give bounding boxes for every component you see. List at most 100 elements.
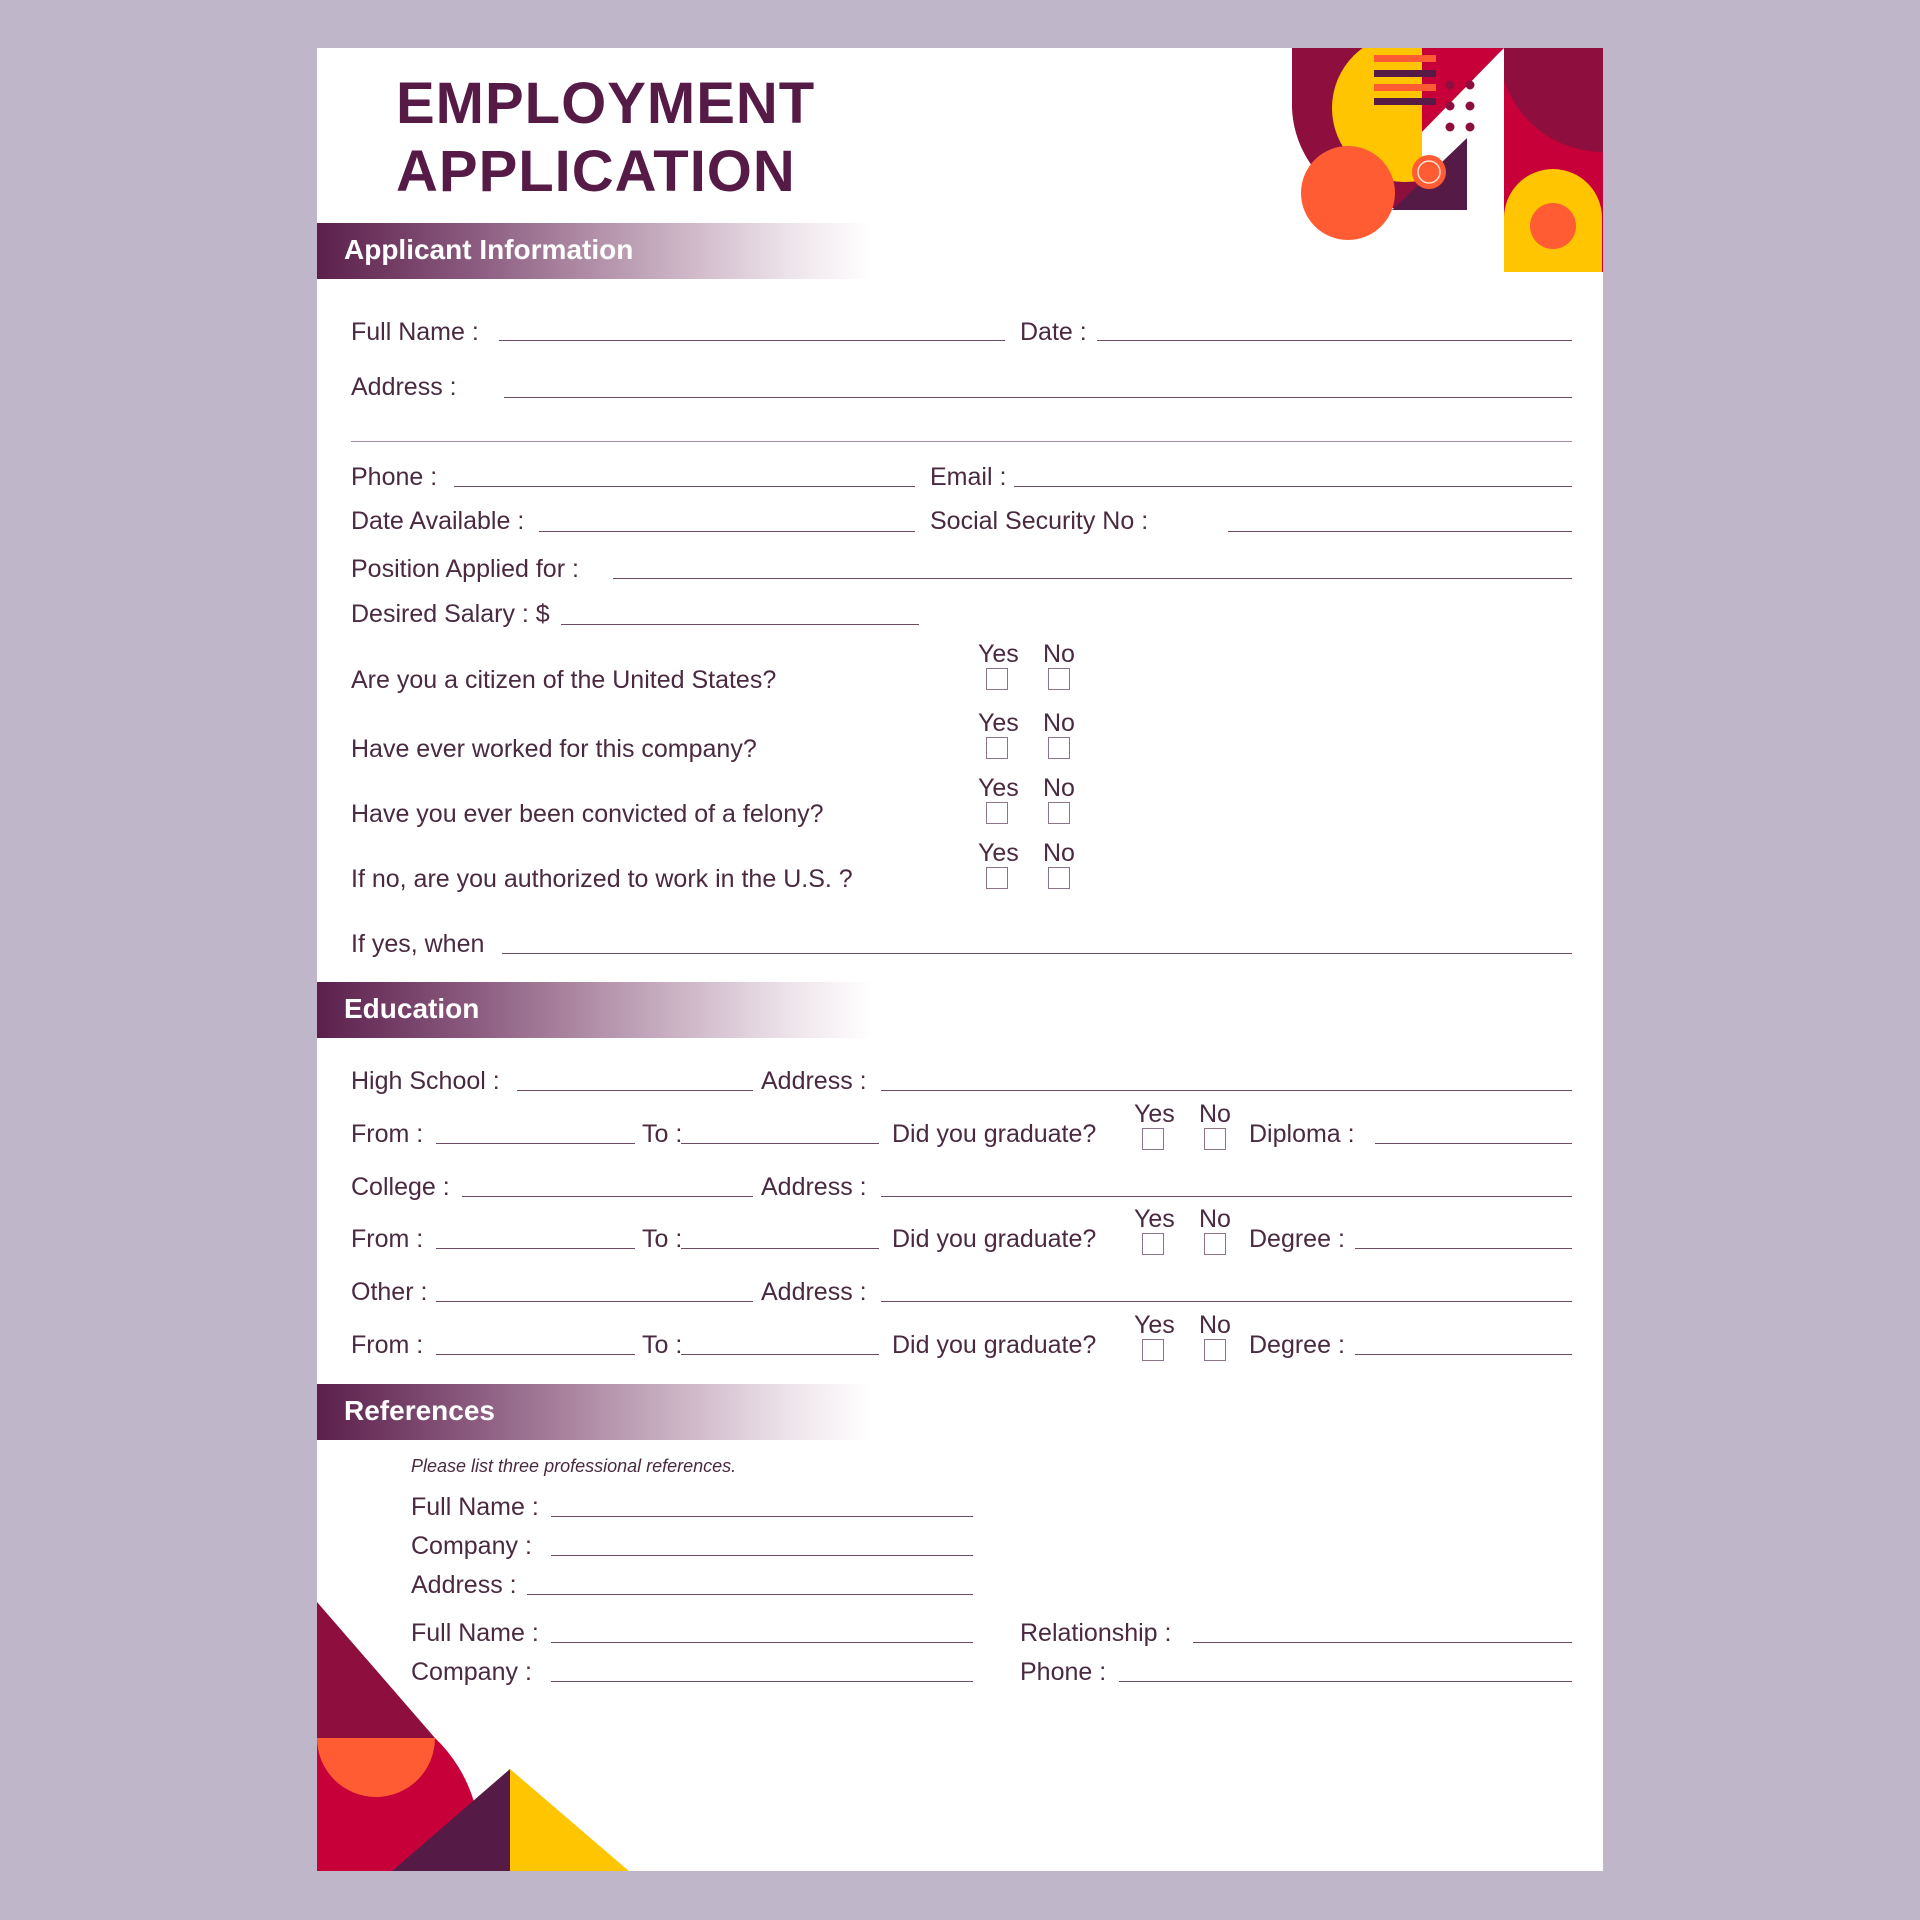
yes-label: Yes [1134, 1205, 1175, 1233]
college-field[interactable] [462, 1196, 753, 1197]
yes-label: Yes [978, 640, 1019, 668]
degree-label: Degree : [1249, 1225, 1345, 1253]
date-label: Date : [1020, 318, 1087, 346]
from-label: From : [351, 1120, 424, 1148]
ref2-relationship-label: Relationship : [1020, 1619, 1172, 1647]
diploma-label: Diploma : [1249, 1120, 1355, 1148]
worked-before-yes-checkbox[interactable] [986, 737, 1008, 759]
no-label: No [1043, 774, 1075, 802]
address-field-line-2[interactable] [351, 441, 1572, 442]
high-school-address-label: Address : [761, 1067, 867, 1095]
email-field[interactable] [1014, 486, 1572, 487]
other-address-label: Address : [761, 1278, 867, 1306]
college-to-field[interactable] [681, 1248, 879, 1249]
question-felony: Have you ever been convicted of a felony… [351, 800, 824, 828]
ssn-label: Social Security No : [930, 507, 1149, 535]
yes-label: Yes [978, 774, 1019, 802]
college-degree-field[interactable] [1355, 1248, 1572, 1249]
high-school-to-field[interactable] [681, 1143, 879, 1144]
section-heading: References [344, 1395, 495, 1426]
title-line-1: EMPLOYMENT [396, 71, 816, 136]
date-field[interactable] [1097, 340, 1572, 341]
other-graduate-yes-checkbox[interactable] [1142, 1339, 1164, 1361]
to-label: To : [642, 1225, 683, 1253]
diploma-field[interactable] [1375, 1143, 1572, 1144]
yes-label: Yes [978, 709, 1019, 737]
ref1-full-name-field[interactable] [551, 1516, 973, 1517]
ref2-relationship-field[interactable] [1193, 1642, 1572, 1643]
other-address-field[interactable] [881, 1301, 1572, 1302]
salary-label: Desired Salary : $ [351, 600, 550, 628]
yes-label: Yes [978, 839, 1019, 867]
other-degree-field[interactable] [1355, 1354, 1572, 1355]
salary-field[interactable] [561, 624, 919, 625]
college-graduate-no-checkbox[interactable] [1204, 1233, 1226, 1255]
other-to-field[interactable] [681, 1354, 879, 1355]
high-school-label: High School : [351, 1067, 500, 1095]
full-name-label: Full Name : [351, 318, 479, 346]
ref1-address-label: Address : [411, 1571, 517, 1599]
high-school-graduate-yes-checkbox[interactable] [1142, 1128, 1164, 1150]
section-header-applicant: Applicant Information [317, 223, 872, 279]
other-field[interactable] [436, 1301, 753, 1302]
degree-label: Degree : [1249, 1331, 1345, 1359]
ref2-company-field[interactable] [551, 1681, 973, 1682]
question-citizen: Are you a citizen of the United States? [351, 666, 777, 694]
to-label: To : [642, 1120, 683, 1148]
ref1-company-label: Company : [411, 1532, 532, 1560]
section-header-references: References [317, 1384, 872, 1440]
references-instruction: Please list three professional reference… [411, 1456, 737, 1476]
ref2-phone-field[interactable] [1119, 1681, 1572, 1682]
date-available-label: Date Available : [351, 507, 525, 535]
decorative-geometric-art-top [1292, 48, 1603, 272]
other-graduate-no-checkbox[interactable] [1204, 1339, 1226, 1361]
high-school-address-field[interactable] [881, 1090, 1572, 1091]
authorized-no-checkbox[interactable] [1048, 867, 1070, 889]
other-from-field[interactable] [436, 1354, 635, 1355]
yes-label: Yes [1134, 1100, 1175, 1128]
position-field[interactable] [613, 578, 1572, 579]
no-label: No [1043, 709, 1075, 737]
to-label: To : [642, 1331, 683, 1359]
ssn-field[interactable] [1228, 531, 1572, 532]
graduate-question: Did you graduate? [892, 1331, 1097, 1359]
from-label: From : [351, 1225, 424, 1253]
position-label: Position Applied for : [351, 555, 579, 583]
no-label: No [1199, 1100, 1231, 1128]
question-worked-before: Have ever worked for this company? [351, 735, 757, 763]
phone-field[interactable] [454, 486, 915, 487]
application-page: EMPLOYMENT APPLICATION Applicant Informa… [317, 48, 1603, 1871]
authorized-yes-checkbox[interactable] [986, 867, 1008, 889]
college-graduate-yes-checkbox[interactable] [1142, 1233, 1164, 1255]
graduate-question: Did you graduate? [892, 1225, 1097, 1253]
question-authorized: If no, are you authorized to work in the… [351, 865, 853, 893]
citizen-no-checkbox[interactable] [1048, 668, 1070, 690]
from-label: From : [351, 1331, 424, 1359]
high-school-graduate-no-checkbox[interactable] [1204, 1128, 1226, 1150]
email-label: Email : [930, 463, 1007, 491]
no-label: No [1199, 1311, 1231, 1339]
college-address-field[interactable] [881, 1196, 1572, 1197]
ref1-company-field[interactable] [551, 1555, 973, 1556]
no-label: No [1199, 1205, 1231, 1233]
college-address-label: Address : [761, 1173, 867, 1201]
full-name-field[interactable] [499, 340, 1005, 341]
worked-before-no-checkbox[interactable] [1048, 737, 1070, 759]
section-header-education: Education [317, 982, 872, 1038]
address-field-line-1[interactable] [504, 397, 1572, 398]
high-school-from-field[interactable] [436, 1143, 635, 1144]
college-from-field[interactable] [436, 1248, 635, 1249]
felony-no-checkbox[interactable] [1048, 802, 1070, 824]
section-heading: Education [344, 993, 480, 1024]
ref2-full-name-field[interactable] [551, 1642, 973, 1643]
date-available-field[interactable] [539, 531, 915, 532]
felony-yes-checkbox[interactable] [986, 802, 1008, 824]
other-label: Other : [351, 1278, 428, 1306]
ref2-phone-label: Phone : [1020, 1658, 1107, 1686]
if-yes-when-field[interactable] [502, 953, 1572, 954]
citizen-yes-checkbox[interactable] [986, 668, 1008, 690]
high-school-field[interactable] [517, 1090, 753, 1091]
no-label: No [1043, 839, 1075, 867]
ref1-address-field[interactable] [527, 1594, 973, 1595]
ref2-full-name-label: Full Name : [411, 1619, 539, 1647]
